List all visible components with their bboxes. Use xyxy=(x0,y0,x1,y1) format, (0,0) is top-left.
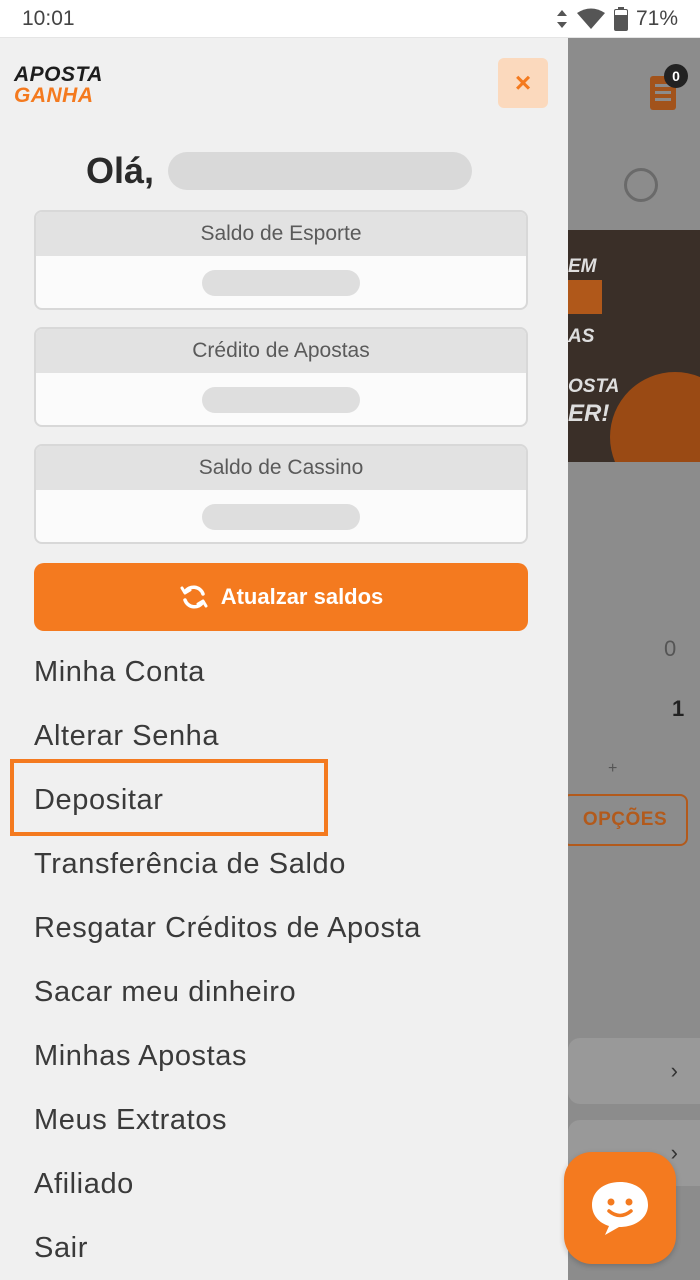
menu-item-sacar[interactable]: Sacar meu dinheiro xyxy=(0,960,568,1024)
side-drawer: APOSTA GANHA × Olá, Saldo de Esporte Cré… xyxy=(0,38,568,1280)
banner-graphic xyxy=(610,372,700,462)
banner-text: AS xyxy=(568,326,595,347)
balance-value-redacted xyxy=(202,270,360,296)
plus-sign: + xyxy=(608,760,618,777)
ball-icon[interactable] xyxy=(624,168,658,202)
logo-text-aposta: APOSTA xyxy=(14,63,103,86)
status-bar: 10:01 71% xyxy=(0,0,700,38)
close-icon: × xyxy=(514,67,532,98)
menu-item-extratos[interactable]: Meus Extratos xyxy=(0,1088,568,1152)
refresh-icon xyxy=(180,585,208,609)
cart-count-badge: 0 xyxy=(664,64,688,88)
balance-value xyxy=(36,256,526,308)
balance-value-redacted xyxy=(202,387,360,413)
status-time: 10:01 xyxy=(22,6,75,30)
balance-label: Crédito de Apostas xyxy=(36,329,526,373)
wifi-icon xyxy=(576,8,606,30)
banner-text: OSTA xyxy=(568,376,620,397)
banner-text: ER! xyxy=(568,400,610,427)
options-button[interactable]: OPÇÕES xyxy=(568,794,688,846)
background-page[interactable]: 0 EM AS OSTA ER! 0 1 + OPÇÕES › › xyxy=(568,38,700,1280)
promo-banner[interactable]: EM AS OSTA ER! xyxy=(568,230,700,462)
signal-icon xyxy=(556,9,568,29)
greeting-text: Olá, xyxy=(86,150,155,191)
balance-card-esporte: Saldo de Esporte xyxy=(34,210,528,310)
balance-label: Saldo de Cassino xyxy=(36,446,526,490)
menu-item-resgatar-creditos[interactable]: Resgatar Créditos de Aposta xyxy=(0,896,568,960)
menu-item-afiliado[interactable]: Afiliado xyxy=(0,1152,568,1216)
balance-label: Saldo de Esporte xyxy=(36,212,526,256)
menu-item-minha-conta[interactable]: Minha Conta xyxy=(0,640,568,704)
chat-button[interactable] xyxy=(564,1152,676,1264)
refresh-label: Atualzar saldos xyxy=(220,584,384,609)
chevron-right-icon: › xyxy=(670,1140,678,1165)
user-name-redacted xyxy=(168,152,473,190)
battery-icon xyxy=(613,6,628,31)
list-card[interactable]: › xyxy=(568,1038,700,1104)
logo: APOSTA GANHA xyxy=(14,64,124,106)
logo-text-ganha: GANHA xyxy=(14,84,94,107)
score-value: 1 xyxy=(672,696,685,721)
banner-block xyxy=(568,280,602,314)
battery-percent: 71% xyxy=(635,6,678,30)
close-button[interactable]: × xyxy=(498,58,548,108)
account-menu: Minha Conta Alterar Senha Depositar Tran… xyxy=(0,640,568,1280)
chevron-right-icon: › xyxy=(670,1058,678,1083)
menu-item-minhas-apostas[interactable]: Minhas Apostas xyxy=(0,1024,568,1088)
greeting: Olá, xyxy=(86,150,473,192)
balance-value xyxy=(36,490,526,542)
menu-item-sair[interactable]: Sair xyxy=(0,1216,568,1280)
balance-value-redacted xyxy=(202,504,360,530)
score-value: 0 xyxy=(664,636,677,661)
status-icons: 71% xyxy=(556,6,678,31)
balance-value xyxy=(36,373,526,425)
refresh-balances-button[interactable]: Atualzar saldos xyxy=(34,563,528,631)
highlight-annotation xyxy=(10,759,328,836)
menu-item-transferencia[interactable]: Transferência de Saldo xyxy=(0,832,568,896)
chat-icon xyxy=(592,1182,648,1235)
balance-card-credito: Crédito de Apostas xyxy=(34,327,528,427)
banner-text: EM xyxy=(568,256,597,277)
balance-card-cassino: Saldo de Cassino xyxy=(34,444,528,544)
